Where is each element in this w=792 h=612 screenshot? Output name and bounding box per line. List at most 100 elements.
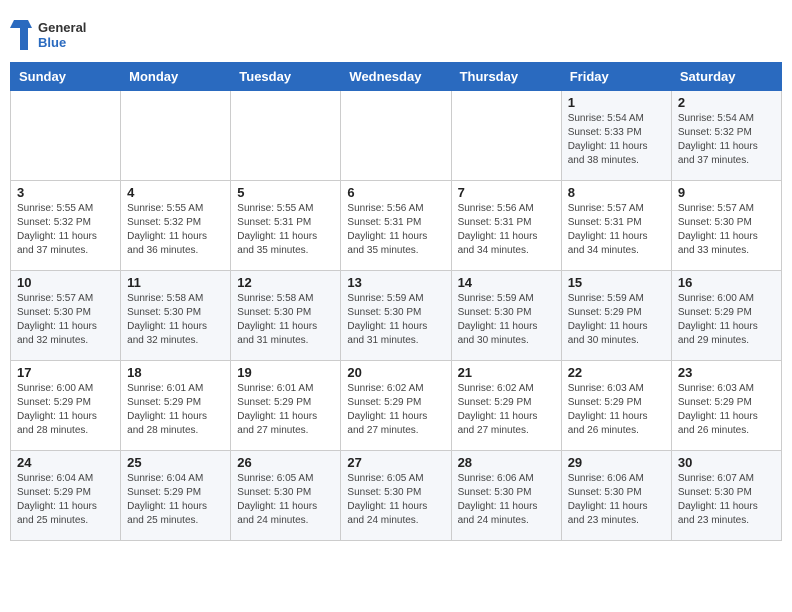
day-number: 11 bbox=[127, 275, 224, 290]
day-number: 30 bbox=[678, 455, 775, 470]
week-row-1: 1 Sunrise: 5:54 AM Sunset: 5:33 PM Daylig… bbox=[11, 91, 782, 181]
day-info: Sunrise: 5:56 AM Sunset: 5:31 PM Dayligh… bbox=[347, 202, 444, 258]
day-info: Sunrise: 5:54 AM Sunset: 5:32 PM Dayligh… bbox=[678, 112, 775, 168]
day-number: 8 bbox=[568, 185, 665, 200]
day-number: 4 bbox=[127, 185, 224, 200]
day-number: 27 bbox=[347, 455, 444, 470]
day-number: 3 bbox=[17, 185, 114, 200]
weekday-header-wednesday: Wednesday bbox=[341, 63, 451, 91]
day-cell: 18 Sunrise: 6:01 AM Sunset: 5:29 PM Dayli… bbox=[121, 361, 231, 451]
week-row-5: 24 Sunrise: 6:04 AM Sunset: 5:29 PM Dayli… bbox=[11, 451, 782, 541]
day-info: Sunrise: 5:57 AM Sunset: 5:30 PM Dayligh… bbox=[17, 292, 114, 348]
day-info: Sunrise: 6:06 AM Sunset: 5:30 PM Dayligh… bbox=[458, 472, 555, 528]
day-number: 22 bbox=[568, 365, 665, 380]
day-info: Sunrise: 5:56 AM Sunset: 5:31 PM Dayligh… bbox=[458, 202, 555, 258]
day-info: Sunrise: 6:03 AM Sunset: 5:29 PM Dayligh… bbox=[568, 382, 665, 438]
day-info: Sunrise: 6:04 AM Sunset: 5:29 PM Dayligh… bbox=[17, 472, 114, 528]
day-number: 16 bbox=[678, 275, 775, 290]
day-cell: 8 Sunrise: 5:57 AM Sunset: 5:31 PM Daylig… bbox=[561, 181, 671, 271]
day-number: 15 bbox=[568, 275, 665, 290]
day-info: Sunrise: 6:00 AM Sunset: 5:29 PM Dayligh… bbox=[678, 292, 775, 348]
day-info: Sunrise: 5:55 AM Sunset: 5:32 PM Dayligh… bbox=[17, 202, 114, 258]
week-row-2: 3 Sunrise: 5:55 AM Sunset: 5:32 PM Daylig… bbox=[11, 181, 782, 271]
day-info: Sunrise: 5:59 AM Sunset: 5:30 PM Dayligh… bbox=[458, 292, 555, 348]
day-number: 1 bbox=[568, 95, 665, 110]
day-number: 29 bbox=[568, 455, 665, 470]
day-cell: 22 Sunrise: 6:03 AM Sunset: 5:29 PM Dayli… bbox=[561, 361, 671, 451]
day-cell: 24 Sunrise: 6:04 AM Sunset: 5:29 PM Dayli… bbox=[11, 451, 121, 541]
day-number: 18 bbox=[127, 365, 224, 380]
day-info: Sunrise: 6:02 AM Sunset: 5:29 PM Dayligh… bbox=[458, 382, 555, 438]
day-info: Sunrise: 6:06 AM Sunset: 5:30 PM Dayligh… bbox=[568, 472, 665, 528]
day-number: 5 bbox=[237, 185, 334, 200]
day-info: Sunrise: 6:07 AM Sunset: 5:30 PM Dayligh… bbox=[678, 472, 775, 528]
day-number: 13 bbox=[347, 275, 444, 290]
day-info: Sunrise: 6:01 AM Sunset: 5:29 PM Dayligh… bbox=[127, 382, 224, 438]
day-number: 17 bbox=[17, 365, 114, 380]
day-info: Sunrise: 5:59 AM Sunset: 5:29 PM Dayligh… bbox=[568, 292, 665, 348]
day-cell: 15 Sunrise: 5:59 AM Sunset: 5:29 PM Dayli… bbox=[561, 271, 671, 361]
weekday-header-thursday: Thursday bbox=[451, 63, 561, 91]
day-info: Sunrise: 6:01 AM Sunset: 5:29 PM Dayligh… bbox=[237, 382, 334, 438]
day-cell: 27Sunrise: 6:05 AM Sunset: 5:30 PM Dayli… bbox=[341, 451, 451, 541]
day-number: 23 bbox=[678, 365, 775, 380]
day-cell: 20Sunrise: 6:02 AM Sunset: 5:29 PM Dayli… bbox=[341, 361, 451, 451]
weekday-header-saturday: Saturday bbox=[671, 63, 781, 91]
day-cell: 9 Sunrise: 5:57 AM Sunset: 5:30 PM Daylig… bbox=[671, 181, 781, 271]
weekday-header-row: SundayMondayTuesdayWednesdayThursdayFrid… bbox=[11, 63, 782, 91]
day-number: 26 bbox=[237, 455, 334, 470]
day-number: 24 bbox=[17, 455, 114, 470]
page-header: General Blue bbox=[10, 10, 782, 54]
day-cell: 7 Sunrise: 5:56 AM Sunset: 5:31 PM Daylig… bbox=[451, 181, 561, 271]
day-cell: 2Sunrise: 5:54 AM Sunset: 5:32 PM Daylig… bbox=[671, 91, 781, 181]
weekday-header-tuesday: Tuesday bbox=[231, 63, 341, 91]
day-number: 25 bbox=[127, 455, 224, 470]
day-cell: 25 Sunrise: 6:04 AM Sunset: 5:29 PM Dayli… bbox=[121, 451, 231, 541]
day-number: 7 bbox=[458, 185, 555, 200]
day-cell: 11 Sunrise: 5:58 AM Sunset: 5:30 PM Dayli… bbox=[121, 271, 231, 361]
day-cell: 26 Sunrise: 6:05 AM Sunset: 5:30 PM Dayli… bbox=[231, 451, 341, 541]
day-cell: 10 Sunrise: 5:57 AM Sunset: 5:30 PM Dayli… bbox=[11, 271, 121, 361]
day-cell bbox=[231, 91, 341, 181]
logo: General Blue bbox=[10, 16, 100, 54]
day-info: Sunrise: 5:57 AM Sunset: 5:31 PM Dayligh… bbox=[568, 202, 665, 258]
svg-text:General: General bbox=[38, 20, 86, 35]
day-cell: 19Sunrise: 6:01 AM Sunset: 5:29 PM Dayli… bbox=[231, 361, 341, 451]
day-info: Sunrise: 6:03 AM Sunset: 5:29 PM Dayligh… bbox=[678, 382, 775, 438]
day-cell: 23 Sunrise: 6:03 AM Sunset: 5:29 PM Dayli… bbox=[671, 361, 781, 451]
day-info: Sunrise: 5:58 AM Sunset: 5:30 PM Dayligh… bbox=[127, 292, 224, 348]
day-number: 10 bbox=[17, 275, 114, 290]
svg-text:Blue: Blue bbox=[38, 35, 66, 50]
day-cell: 28 Sunrise: 6:06 AM Sunset: 5:30 PM Dayli… bbox=[451, 451, 561, 541]
day-number: 9 bbox=[678, 185, 775, 200]
day-number: 6 bbox=[347, 185, 444, 200]
day-number: 28 bbox=[458, 455, 555, 470]
weekday-header-friday: Friday bbox=[561, 63, 671, 91]
day-cell: 4Sunrise: 5:55 AM Sunset: 5:32 PM Daylig… bbox=[121, 181, 231, 271]
weekday-header-sunday: Sunday bbox=[11, 63, 121, 91]
day-cell bbox=[11, 91, 121, 181]
day-cell: 21Sunrise: 6:02 AM Sunset: 5:29 PM Dayli… bbox=[451, 361, 561, 451]
day-info: Sunrise: 6:04 AM Sunset: 5:29 PM Dayligh… bbox=[127, 472, 224, 528]
day-number: 12 bbox=[237, 275, 334, 290]
week-row-3: 10 Sunrise: 5:57 AM Sunset: 5:30 PM Dayli… bbox=[11, 271, 782, 361]
weekday-header-monday: Monday bbox=[121, 63, 231, 91]
day-cell: 30 Sunrise: 6:07 AM Sunset: 5:30 PM Dayli… bbox=[671, 451, 781, 541]
day-info: Sunrise: 5:54 AM Sunset: 5:33 PM Dayligh… bbox=[568, 112, 665, 168]
day-cell bbox=[341, 91, 451, 181]
day-info: Sunrise: 6:00 AM Sunset: 5:29 PM Dayligh… bbox=[17, 382, 114, 438]
day-info: Sunrise: 5:59 AM Sunset: 5:30 PM Dayligh… bbox=[347, 292, 444, 348]
day-cell: 17 Sunrise: 6:00 AM Sunset: 5:29 PM Dayli… bbox=[11, 361, 121, 451]
day-cell: 6 Sunrise: 5:56 AM Sunset: 5:31 PM Daylig… bbox=[341, 181, 451, 271]
day-info: Sunrise: 6:05 AM Sunset: 5:30 PM Dayligh… bbox=[237, 472, 334, 528]
day-cell bbox=[451, 91, 561, 181]
calendar-table: SundayMondayTuesdayWednesdayThursdayFrid… bbox=[10, 62, 782, 541]
day-cell: 3 Sunrise: 5:55 AM Sunset: 5:32 PM Daylig… bbox=[11, 181, 121, 271]
day-cell: 13 Sunrise: 5:59 AM Sunset: 5:30 PM Dayli… bbox=[341, 271, 451, 361]
day-info: Sunrise: 6:02 AM Sunset: 5:29 PM Dayligh… bbox=[347, 382, 444, 438]
day-info: Sunrise: 5:58 AM Sunset: 5:30 PM Dayligh… bbox=[237, 292, 334, 348]
day-info: Sunrise: 5:57 AM Sunset: 5:30 PM Dayligh… bbox=[678, 202, 775, 258]
day-cell bbox=[121, 91, 231, 181]
day-cell: 1 Sunrise: 5:54 AM Sunset: 5:33 PM Daylig… bbox=[561, 91, 671, 181]
week-row-4: 17 Sunrise: 6:00 AM Sunset: 5:29 PM Dayli… bbox=[11, 361, 782, 451]
